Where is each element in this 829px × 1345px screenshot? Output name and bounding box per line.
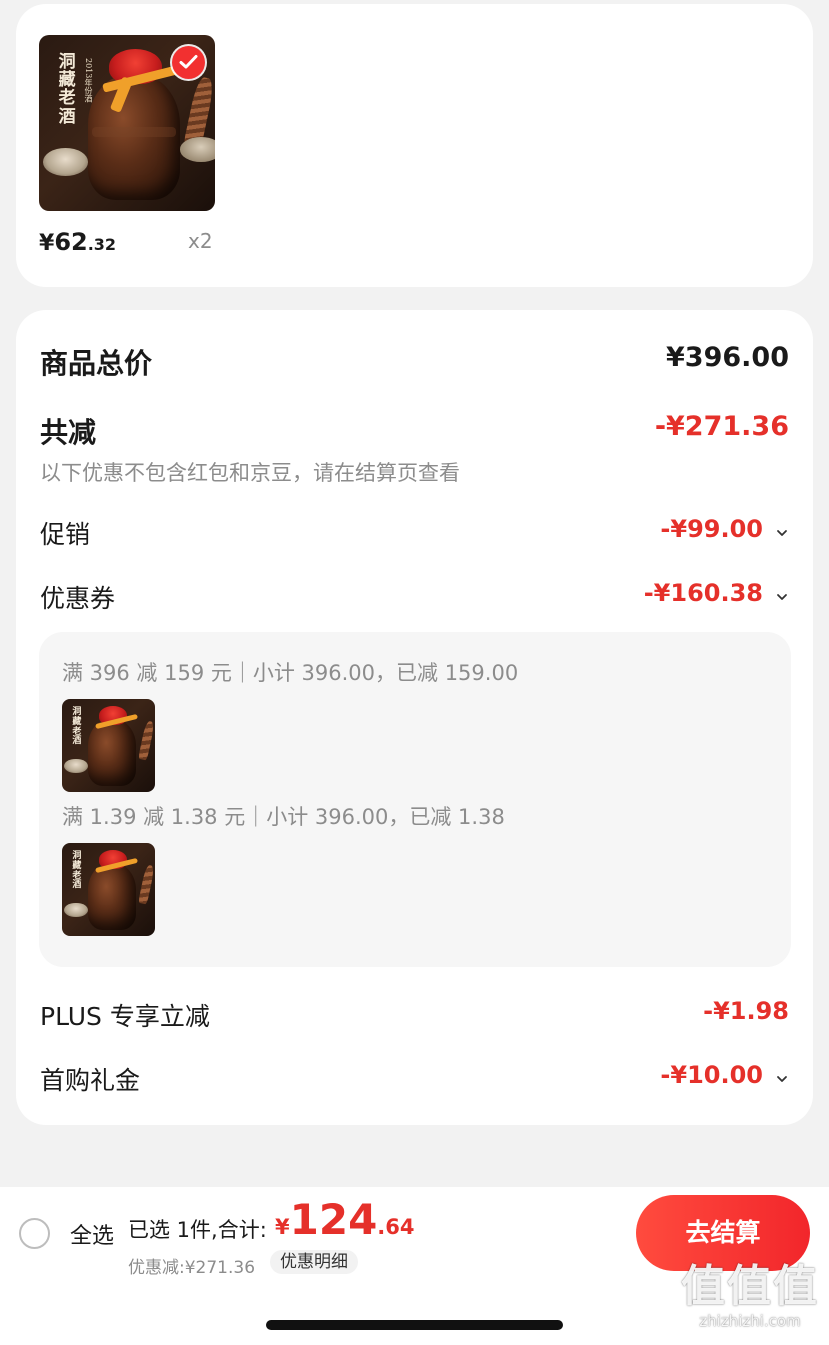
chevron-down-icon[interactable]	[775, 526, 789, 540]
chevron-down-icon[interactable]	[775, 590, 789, 604]
total-amount-symbol: ¥	[275, 1215, 290, 1239]
chevron-down-icon[interactable]	[775, 1072, 789, 1086]
total-discount-row: 共减 -¥271.36	[40, 411, 789, 451]
promo-label: 促销	[40, 520, 91, 549]
product-image-sublabel: 2013年份酒	[84, 57, 93, 103]
promo-row[interactable]: 促销 -¥99.00	[40, 515, 789, 551]
product-price-symbol: ¥	[39, 231, 55, 256]
discount-note: 以下优惠不包含红包和京豆，请在结算页查看	[40, 461, 460, 485]
select-all-label[interactable]: 全选	[70, 1218, 114, 1250]
home-indicator[interactable]	[266, 1320, 563, 1330]
checkout-button[interactable]: 去结算	[636, 1195, 810, 1271]
promo-value: -¥99.00	[660, 515, 763, 543]
selected-count-text: 已选 1件,合计:	[128, 1218, 267, 1242]
coupon-thumbnail-label: 洞 藏 老 酒	[72, 707, 82, 747]
total-discount-label: 共减	[40, 416, 97, 449]
total-amount: ¥124.64	[275, 1195, 415, 1244]
first-buy-row[interactable]: 首购礼金 -¥10.00	[40, 1061, 789, 1097]
coupon-thumbnail-label: 洞 藏 老 酒	[72, 851, 82, 891]
product-image-label: 洞 藏 老 酒	[58, 51, 76, 127]
product-card: 洞 藏 老 酒 2013年份酒 ¥62.32 x2	[16, 4, 813, 287]
first-buy-label: 首购礼金	[40, 1066, 141, 1095]
goods-total-value: ¥396.00	[666, 342, 789, 373]
coupon-label: 优惠券	[40, 584, 116, 613]
product-image[interactable]: 洞 藏 老 酒 2013年份酒	[39, 35, 215, 211]
site-watermark: 值值值 zhizhizhi.com	[676, 1261, 824, 1331]
coupon-row[interactable]: 优惠券 -¥160.38	[40, 579, 789, 615]
price-summary-card: 商品总价 ¥396.00 共减 -¥271.36 以下优惠不包含红包和京豆，请在…	[16, 310, 813, 1125]
discount-amount-text: 优惠减:¥271.36	[128, 1258, 256, 1278]
select-all-radio-icon[interactable]	[19, 1218, 50, 1249]
product-price-int: 62	[54, 228, 88, 256]
coupon-detail-panel: 满 396 减 159 元｜小计 396.00，已减 159.00 洞 藏 老 …	[39, 632, 791, 967]
watermark-url: zhizhizhi.com	[699, 1312, 801, 1330]
total-discount-value: -¥271.36	[654, 411, 789, 442]
watermark-logo: 值值值	[681, 1261, 819, 1312]
product-price: ¥62.32	[39, 228, 116, 256]
coupon-detail-text: 满 396 减 159 元｜小计 396.00，已减 159.00	[62, 661, 519, 685]
first-buy-value: -¥10.00	[660, 1061, 763, 1089]
total-amount-int: 124	[289, 1195, 378, 1244]
product-quantity: x2	[188, 229, 213, 253]
goods-total-label: 商品总价	[40, 347, 153, 380]
product-price-dec: .32	[87, 235, 117, 254]
coupon-value: -¥160.38	[643, 579, 763, 607]
total-amount-dec: .64	[377, 1215, 415, 1239]
plus-discount-row: PLUS 专享立减 -¥1.98	[40, 997, 789, 1033]
discount-detail-button[interactable]: 优惠明细	[270, 1250, 358, 1274]
coupon-product-thumbnail: 洞 藏 老 酒	[62, 843, 155, 936]
plus-discount-value: -¥1.98	[703, 997, 789, 1025]
coupon-detail-text: 满 1.39 减 1.38 元｜小计 396.00，已减 1.38	[62, 805, 505, 829]
goods-total-row: 商品总价 ¥396.00	[40, 342, 789, 382]
coupon-product-thumbnail: 洞 藏 老 酒	[62, 699, 155, 792]
plus-discount-label: PLUS 专享立减	[40, 1002, 210, 1031]
selected-check-icon[interactable]	[172, 46, 205, 79]
